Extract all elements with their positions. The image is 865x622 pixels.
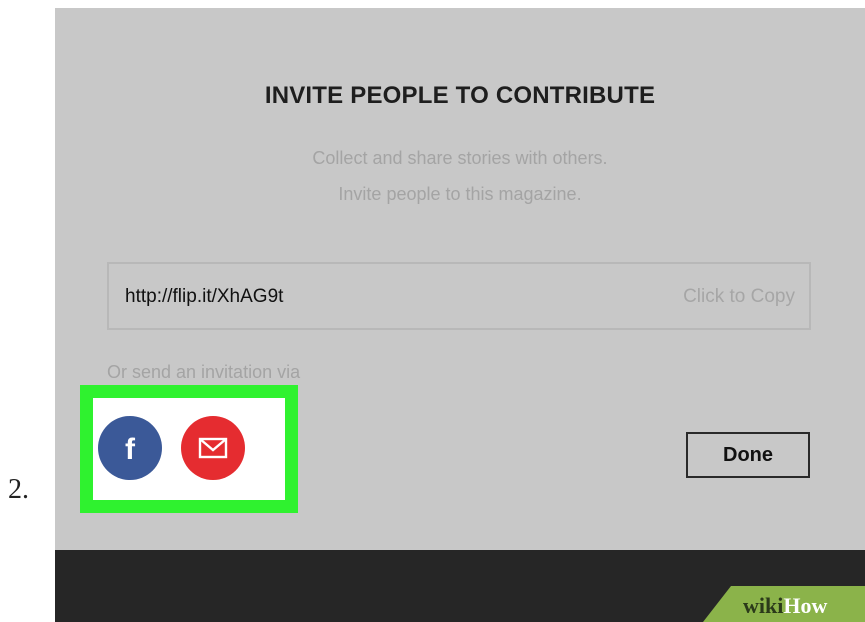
watermark-how: How <box>783 593 828 618</box>
watermark-text: wikiHow <box>743 593 827 619</box>
done-button[interactable]: Done <box>686 432 810 478</box>
mail-icon <box>198 437 228 459</box>
facebook-share-button[interactable]: f <box>98 416 162 480</box>
dialog-subtitle-line2: Invite people to this magazine. <box>338 184 582 204</box>
top-gap <box>55 0 865 8</box>
app-screen: INVITE PEOPLE TO CONTRIBUTE Collect and … <box>55 0 865 622</box>
or-send-label: Or send an invitation via <box>107 362 301 382</box>
dialog-title: INVITE PEOPLE TO CONTRIBUTE <box>264 82 656 109</box>
wikihow-watermark: wikiHow <box>703 586 865 622</box>
facebook-icon: f <box>125 433 135 466</box>
share-options-highlight: f <box>80 385 298 513</box>
copy-link-button[interactable]: Click to Copy <box>683 286 795 308</box>
dialog-subtitle-line1: Collect and share stories with others. <box>312 148 608 168</box>
step-number: 2. <box>8 474 29 505</box>
invite-link-url[interactable]: http://flip.it/XhAG9t <box>125 286 283 308</box>
invite-link-box[interactable]: http://flip.it/XhAG9t Click to Copy <box>107 262 811 330</box>
email-share-button[interactable] <box>181 416 245 480</box>
watermark-wiki: wiki <box>743 593 784 618</box>
